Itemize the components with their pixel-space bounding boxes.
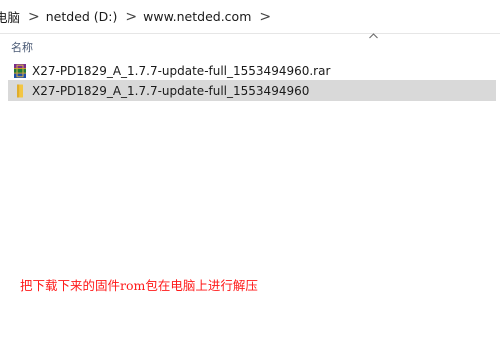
breadcrumb-separator-icon[interactable]: > bbox=[259, 9, 271, 25]
folder-name: X27-PD1829_A_1.7.7-update-full_155349496… bbox=[32, 83, 310, 98]
breadcrumb-item-computer[interactable]: 电脑 bbox=[0, 7, 20, 26]
breadcrumb-separator-icon[interactable]: > bbox=[125, 9, 137, 25]
instruction-annotation: 把下载下来的固件rom包在电脑上进行解压 bbox=[20, 278, 258, 293]
file-row-archive[interactable]: X27-PD1829_A_1.7.7-update-full_155349496… bbox=[8, 60, 496, 81]
chevron-up-icon[interactable] bbox=[369, 33, 378, 39]
breadcrumb-item-folder[interactable]: www.netded.com bbox=[143, 9, 251, 24]
folder-icon bbox=[17, 84, 23, 97]
file-name: X27-PD1829_A_1.7.7-update-full_155349496… bbox=[32, 63, 331, 78]
column-header-name[interactable]: 名称 bbox=[11, 39, 33, 55]
winrar-archive-icon bbox=[14, 63, 26, 78]
breadcrumb-separator-icon[interactable]: > bbox=[28, 9, 40, 25]
breadcrumb-item-drive[interactable]: netded (D:) bbox=[46, 9, 118, 24]
breadcrumb: 电脑 > netded (D:) > www.netded.com > bbox=[0, 0, 500, 34]
file-row-folder[interactable]: X27-PD1829_A_1.7.7-update-full_155349496… bbox=[8, 80, 496, 101]
